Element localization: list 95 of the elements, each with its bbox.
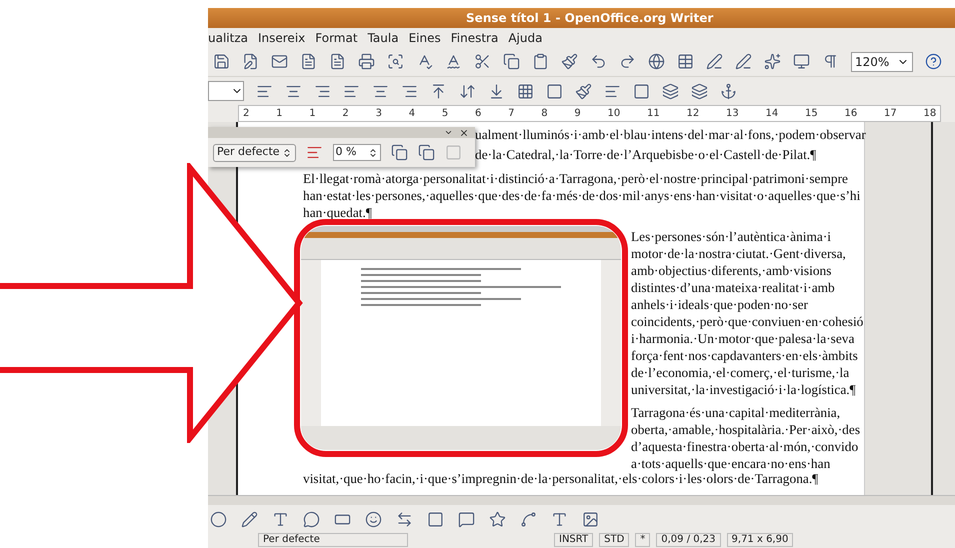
document-icon[interactable] — [300, 53, 317, 70]
text-line: han·estat·les·persones,·aquelles·que·des·de·fa·més·de·dos·mil·anys·ens·han·visitat·o·aquelles·que·s’hi — [303, 187, 860, 204]
transparency-field[interactable]: 0 % — [332, 144, 381, 161]
text-icon[interactable] — [272, 510, 289, 528]
copy-icon[interactable] — [390, 144, 408, 161]
edit-file-icon[interactable] — [242, 53, 259, 70]
status-field: * — [635, 533, 650, 547]
menu-item[interactable]: Finestra — [450, 28, 498, 46]
anchor-icon[interactable] — [720, 82, 737, 100]
text-line: El·llegat·romà·atorga·personalitat·i·distinció·a·Tarragona,·però·el·nostre·principal·patrimoni·sempre — [303, 170, 848, 187]
pilcrow-icon[interactable] — [822, 53, 839, 70]
spinner-icon[interactable] — [282, 148, 292, 158]
dropdown-icon[interactable] — [444, 128, 453, 137]
copy-icon[interactable] — [503, 53, 520, 70]
ruler-number: 15 — [805, 107, 818, 121]
speech-bubble-icon[interactable] — [458, 510, 475, 528]
grid-icon[interactable] — [517, 82, 534, 100]
text-line: de·l’economia,·el·comerç,·el·turisme,·la — [631, 364, 850, 381]
text-line: d’aquesta·finestra·oberta·al·món,·convido — [631, 438, 860, 455]
monitor-icon[interactable] — [793, 53, 810, 70]
ruler-number: 12 — [686, 107, 700, 121]
text-line: distintes·d’una·mateixa·realitat·i·amb — [631, 279, 836, 296]
text-line: coincidents,·però·que·conviuen·en·cohesió — [631, 313, 864, 330]
ruler-number: 1 — [276, 107, 283, 121]
close-icon[interactable] — [459, 128, 469, 138]
ruler-number: 18 — [924, 107, 936, 121]
text-line: i·harmonia.·Un·motor·que·palesa·la·seva — [631, 330, 856, 347]
globe-icon[interactable] — [648, 53, 665, 70]
text-line: motor·de·la·nostra·ciutat.·Gent·diversa, — [631, 245, 847, 262]
ruler-number: 5 — [442, 107, 448, 121]
status-field: INSRT — [554, 533, 594, 547]
paintbrush-icon[interactable] — [561, 53, 578, 70]
pen-icon[interactable] — [706, 53, 723, 70]
text-line: visitat,·que·ho·facin,·i·que·s’impregnin·de·la·personalitat,·els·colors·i·les·olors·de·Tarragona.¶ — [303, 471, 818, 487]
title-bar: Sense títol 1 - OpenOffice.org Writer — [208, 8, 955, 28]
status-field: 0,09 / 0,23 — [656, 533, 721, 547]
menu-item[interactable]: Taula — [368, 28, 399, 46]
menu-item[interactable]: Eines — [408, 28, 441, 46]
clipboard-icon[interactable] — [532, 53, 549, 70]
text-line: Tarragona·és·una·capital·mediterrània, — [631, 404, 842, 421]
ruler-number: 8 — [541, 107, 548, 121]
text-line: oberta,·amable,·hospitalària.·Per·això,·des — [631, 421, 862, 438]
text-line: han·quedat.¶ — [303, 204, 372, 221]
menu-item[interactable]: Ajuda — [508, 28, 542, 46]
print-preview-icon[interactable] — [387, 53, 404, 70]
status-field: 9,71 x 6,90 — [726, 533, 794, 547]
table-icon[interactable] — [677, 53, 694, 70]
menu-item[interactable]: Format — [315, 28, 358, 46]
ruler-number: 2 — [243, 107, 250, 121]
ruler-number: 2 — [342, 107, 349, 121]
status-field: STD — [599, 533, 630, 547]
ruler-number: 10 — [608, 107, 620, 121]
text-line: de·la·Catedral,·la·Torre·de·l’Arquebisbe·o·el·Castell·de·Pilat.¶ — [475, 146, 816, 163]
zoom-field[interactable]: 120% — [851, 52, 914, 72]
ruler-number: 11 — [647, 107, 660, 121]
menu-item[interactable]: Insereix — [258, 28, 306, 46]
ruler-number: 1 — [309, 107, 316, 121]
text-line: amb·objectius·diferents,·amb·visions — [631, 262, 832, 279]
printer-icon[interactable] — [358, 53, 375, 70]
text-line: anhels·i·ideals·que·poden·no·ser — [631, 296, 809, 313]
arrows-icon[interactable] — [396, 510, 413, 528]
mail-icon[interactable] — [271, 53, 288, 70]
ruler-number: 9 — [574, 107, 581, 121]
ruler-number: 14 — [766, 107, 778, 121]
ruler-number: 3 — [376, 107, 382, 121]
undo-icon[interactable] — [590, 53, 607, 70]
smiley-icon[interactable] — [365, 510, 382, 528]
status-field: Per defecte — [258, 533, 408, 547]
text-line: a·tots·aquells·que·encara·no·ens·han — [631, 455, 832, 472]
duplicate-icon[interactable] — [418, 144, 435, 161]
text-line: universitat,·la·investigació·i·la·logística.¶ — [631, 381, 857, 398]
ruler-number: 17 — [884, 107, 897, 121]
scissors-icon[interactable] — [474, 53, 491, 70]
save-icon[interactable] — [213, 53, 230, 70]
menu-item[interactable]: ualitza — [208, 28, 248, 46]
autospellcheck-icon[interactable] — [445, 53, 462, 70]
redo-icon[interactable] — [619, 53, 636, 70]
help-icon[interactable] — [925, 53, 942, 70]
text-line: Les·persones·són·l’autèntica·ànima·i — [631, 228, 832, 245]
ruler-number: 6 — [474, 107, 482, 121]
spinner-icon[interactable] — [368, 148, 378, 158]
ruler-number: 13 — [726, 107, 739, 121]
ellipse-icon[interactable] — [210, 510, 227, 528]
ruler-number: 7 — [508, 107, 514, 121]
ruler-number: 4 — [408, 107, 416, 121]
pencil-icon[interactable] — [241, 510, 258, 528]
text-line: ualment·lluminós·i·amb·el·blau·intens·del·mar·al·fons,·podem·observar — [475, 126, 866, 143]
style-select[interactable]: Per defecte — [213, 144, 296, 162]
star-icon[interactable] — [764, 53, 781, 70]
callout-icon[interactable] — [303, 510, 320, 528]
ruler-number: 16 — [844, 107, 858, 121]
text-line: força·fent·nos·capdavanters·en·els·àmbits — [631, 347, 859, 364]
image-icon[interactable] — [582, 510, 599, 528]
pencil-icon[interactable] — [735, 53, 752, 70]
star-icon[interactable] — [489, 510, 506, 528]
